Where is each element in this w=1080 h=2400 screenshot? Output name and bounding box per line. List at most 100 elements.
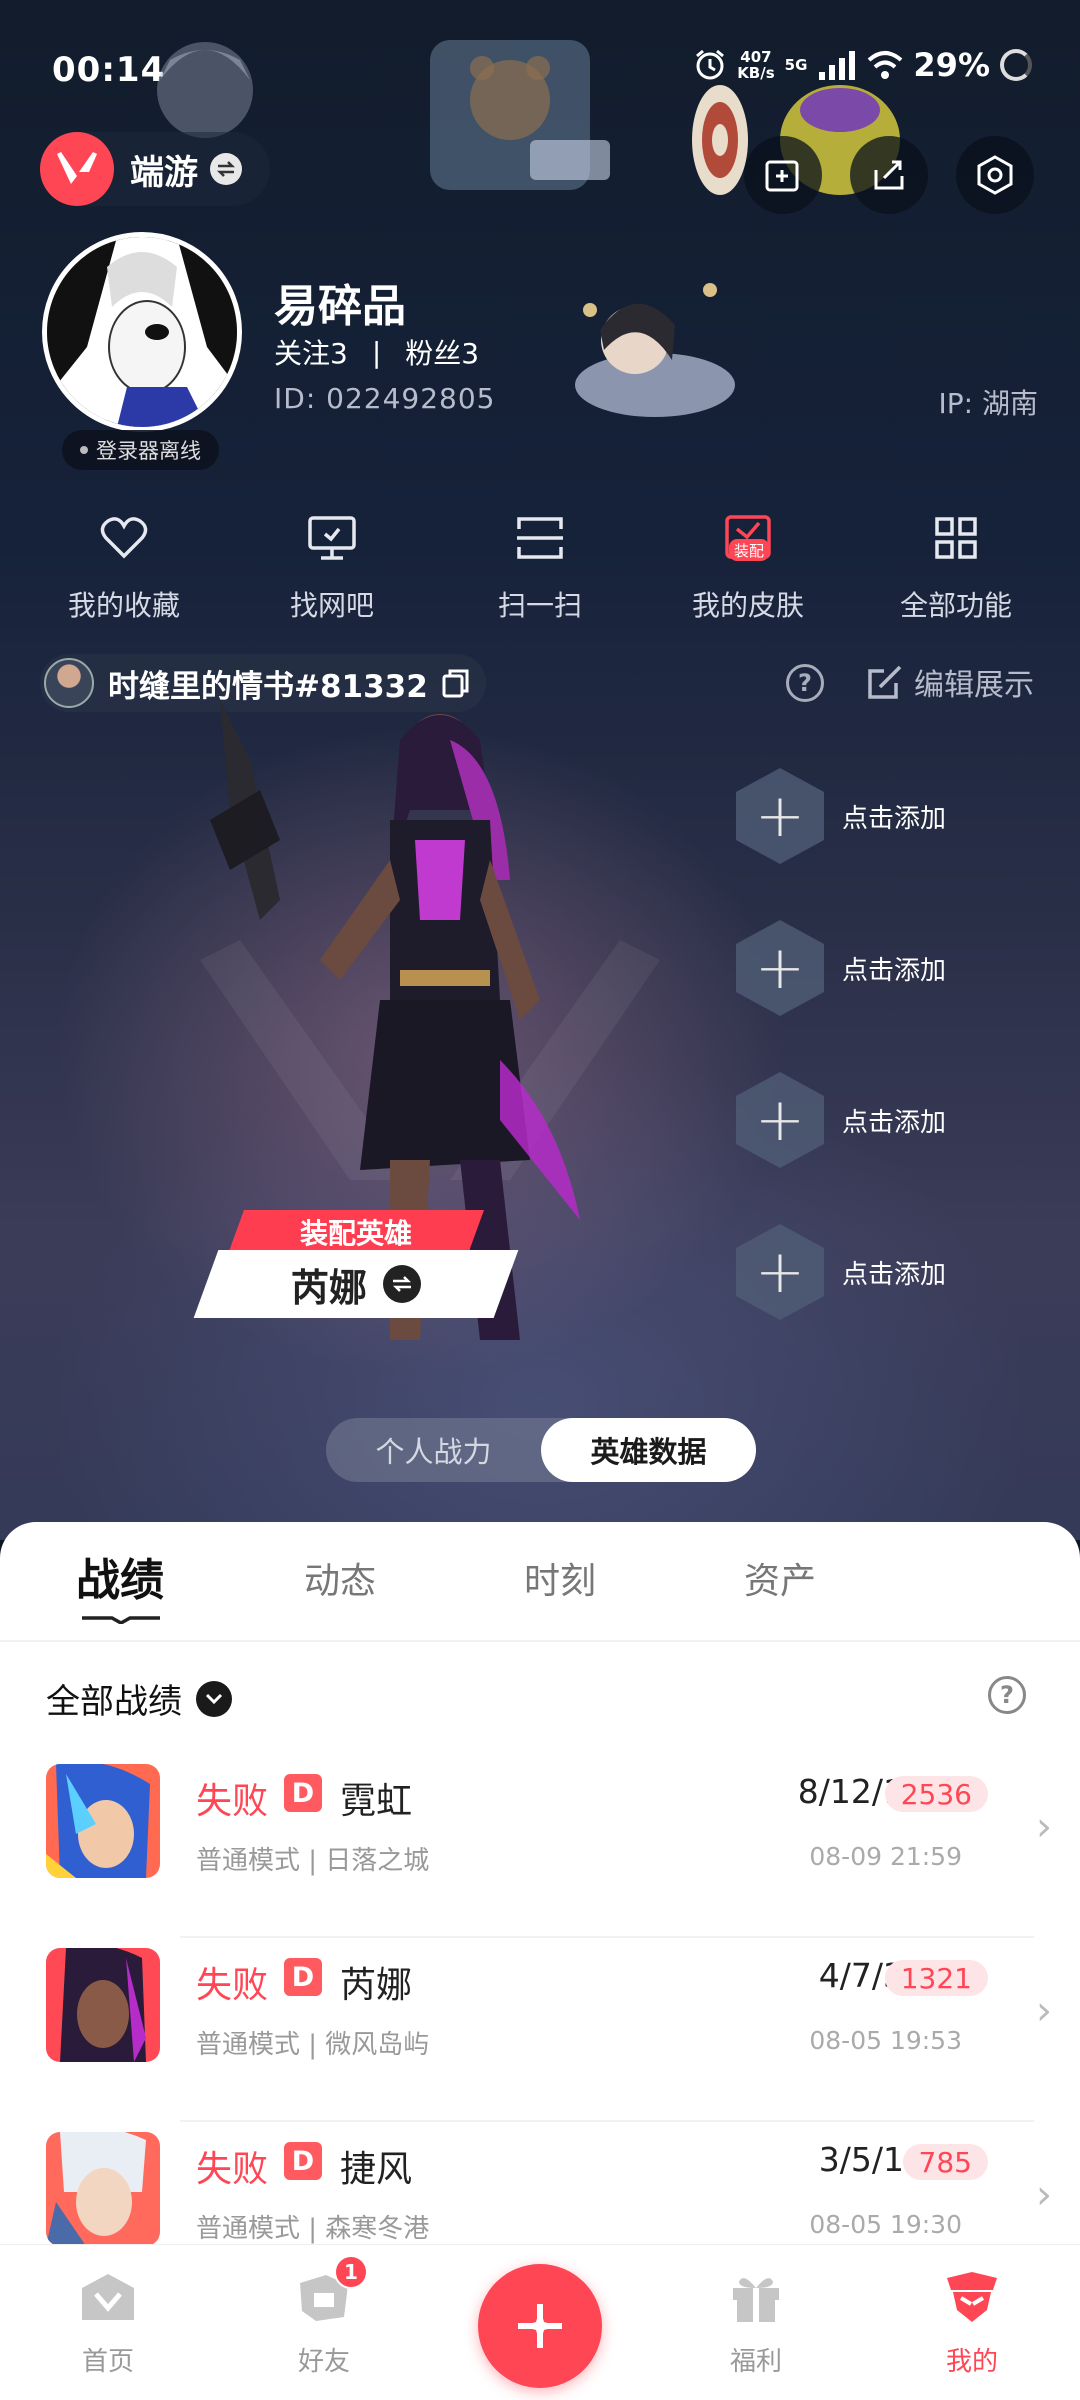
match-date: 08-05 19:30 bbox=[809, 2210, 962, 2239]
login-status-text: 登录器离线 bbox=[96, 439, 201, 463]
tabs-divider bbox=[0, 1640, 1080, 1642]
slot-label: 点击添加 bbox=[842, 803, 947, 834]
nav-home[interactable]: 首页 bbox=[48, 2267, 168, 2378]
following-count[interactable]: 关注3 bbox=[274, 332, 348, 372]
fans-count[interactable]: 粉丝3 bbox=[405, 332, 479, 372]
nav-label: 我的 bbox=[945, 2347, 998, 2377]
friends-badge: 1 bbox=[334, 2255, 368, 2289]
copy-icon[interactable] bbox=[442, 668, 470, 698]
chevron-right-icon: › bbox=[1036, 1988, 1052, 2034]
tab-feed[interactable]: 动态 bbox=[304, 1552, 376, 1604]
share-button[interactable] bbox=[850, 136, 928, 214]
svg-text:装配: 装配 bbox=[734, 542, 764, 560]
tab-indicator bbox=[82, 1616, 160, 1624]
follow-separator: | bbox=[371, 335, 382, 369]
slot-label: 点击添加 bbox=[842, 1107, 947, 1138]
equip-label-box: 装配英雄 bbox=[227, 1210, 485, 1254]
match-score: 1321 bbox=[884, 1960, 988, 1996]
battery-percent: 29% bbox=[913, 46, 990, 84]
rank-badge: D bbox=[284, 2142, 322, 2180]
match-score: 785 bbox=[902, 2144, 988, 2180]
filter-label: 全部战绩 bbox=[46, 1682, 182, 1722]
match-score: 2536 bbox=[884, 1776, 988, 1812]
nav-label: 福利 bbox=[729, 2347, 782, 2377]
func-label: 扫一扫 bbox=[497, 589, 582, 622]
valorant-logo-icon bbox=[40, 132, 114, 206]
slot-label: 点击添加 bbox=[842, 955, 947, 986]
share-card-button[interactable] bbox=[744, 136, 822, 214]
hero-data-tab[interactable]: 英雄数据 bbox=[541, 1418, 756, 1482]
equipped-hero-tag[interactable]: 装配英雄 芮娜 bbox=[193, 1210, 536, 1320]
add-slot-3[interactable]: + 点击添加 bbox=[736, 1072, 996, 1168]
add-slot-1[interactable]: + 点击添加 bbox=[736, 768, 996, 864]
login-status: 登录器离线 bbox=[62, 430, 219, 470]
match-kda: 3/5/1 bbox=[818, 2140, 904, 2179]
my-skins-button[interactable]: 装配 我的皮肤 bbox=[658, 510, 838, 624]
tab-moments[interactable]: 时刻 bbox=[524, 1552, 596, 1604]
slot-label: 点击添加 bbox=[842, 1259, 947, 1290]
create-post-button[interactable] bbox=[478, 2264, 602, 2388]
scan-button[interactable]: 扫一扫 bbox=[450, 510, 630, 624]
follow-stats: 关注3 | 粉丝3 bbox=[274, 332, 479, 372]
nav-me[interactable]: 我的 bbox=[912, 2267, 1032, 2378]
plus-icon: + bbox=[736, 920, 824, 1016]
agent-avatar bbox=[46, 2132, 160, 2246]
tab-records[interactable]: 战绩 bbox=[76, 1544, 164, 1608]
add-slot-2[interactable]: + 点击添加 bbox=[736, 920, 996, 1016]
plus-icon: + bbox=[736, 1224, 824, 1320]
func-label: 我的收藏 bbox=[67, 589, 180, 622]
agent-name: 捷风 bbox=[340, 2149, 413, 2190]
match-result: 失败 bbox=[196, 1965, 269, 2006]
match-row[interactable]: 失败 D 霓虹 普通模式 | 日落之城 8/12/1 2536 08-09 21… bbox=[0, 1754, 1080, 1938]
edit-display-label: 编辑展示 bbox=[914, 668, 1034, 703]
favorites-button[interactable]: 我的收藏 bbox=[34, 510, 214, 624]
tab-assets[interactable]: 资产 bbox=[744, 1552, 816, 1604]
agent-name: 霓虹 bbox=[340, 1781, 413, 1822]
image-add-icon bbox=[765, 160, 799, 192]
monitor-icon bbox=[304, 510, 360, 566]
bear-sticker-icon bbox=[430, 40, 610, 190]
find-netcafe-button[interactable]: 找网吧 bbox=[242, 510, 422, 624]
heart-icon bbox=[96, 510, 152, 566]
func-label: 找网吧 bbox=[289, 589, 374, 622]
chevron-right-icon: › bbox=[1036, 1804, 1052, 1850]
agent-avatar bbox=[46, 1948, 160, 2062]
plus-icon: + bbox=[736, 1072, 824, 1168]
match-mode: 普通模式 | 森寒冬港 bbox=[196, 2214, 430, 2244]
records-filter[interactable]: 全部战绩 bbox=[46, 1674, 232, 1723]
settings-button[interactable] bbox=[956, 136, 1034, 214]
nav-label: 首页 bbox=[81, 2347, 134, 2377]
agent-name: 芮娜 bbox=[340, 1965, 413, 2006]
swap-icon bbox=[210, 153, 242, 185]
personal-power-tab[interactable]: 个人战力 bbox=[326, 1418, 541, 1482]
avatar[interactable] bbox=[42, 232, 242, 432]
match-mode: 普通模式 | 微风岛屿 bbox=[196, 2030, 430, 2060]
add-slot-4[interactable]: + 点击添加 bbox=[736, 1224, 996, 1320]
status-dot-icon bbox=[80, 446, 88, 454]
player-card-avatar bbox=[44, 658, 94, 708]
agent-avatar bbox=[46, 1764, 160, 1878]
home-icon bbox=[78, 2267, 138, 2327]
match-row[interactable]: 失败 D 芮娜 普通模式 | 微风岛屿 4/7/3 1321 08-05 19:… bbox=[0, 1938, 1080, 2122]
records-help-icon[interactable]: ? bbox=[988, 1676, 1026, 1714]
chevron-down-icon bbox=[196, 1680, 232, 1717]
nav-benefits[interactable]: 福利 bbox=[696, 2267, 816, 2378]
brand-name: 端游 bbox=[130, 152, 198, 193]
battery-icon bbox=[1000, 49, 1032, 81]
nav-friends[interactable]: 1 好友 bbox=[264, 2255, 384, 2378]
help-icon[interactable]: ? bbox=[786, 664, 824, 702]
game-switcher[interactable]: 端游 bbox=[40, 132, 270, 206]
match-result: 失败 bbox=[196, 1781, 269, 1822]
match-date: 08-05 19:53 bbox=[809, 2026, 962, 2055]
swap-hero-icon[interactable] bbox=[383, 1265, 421, 1303]
all-functions-button[interactable]: 全部功能 bbox=[866, 510, 1046, 624]
profile-icon bbox=[942, 2267, 1002, 2327]
user-name: 易碎品 bbox=[274, 281, 406, 332]
edit-display-button[interactable]: 编辑展示 bbox=[866, 660, 1034, 704]
user-id: ID: 022492805 bbox=[274, 382, 496, 415]
ip-location: IP: 湖南 bbox=[938, 387, 1038, 420]
rank-badge: D bbox=[284, 1958, 322, 1996]
share-icon bbox=[874, 160, 904, 190]
edit-icon bbox=[868, 665, 902, 699]
sleeping-sticker-icon bbox=[575, 283, 735, 417]
